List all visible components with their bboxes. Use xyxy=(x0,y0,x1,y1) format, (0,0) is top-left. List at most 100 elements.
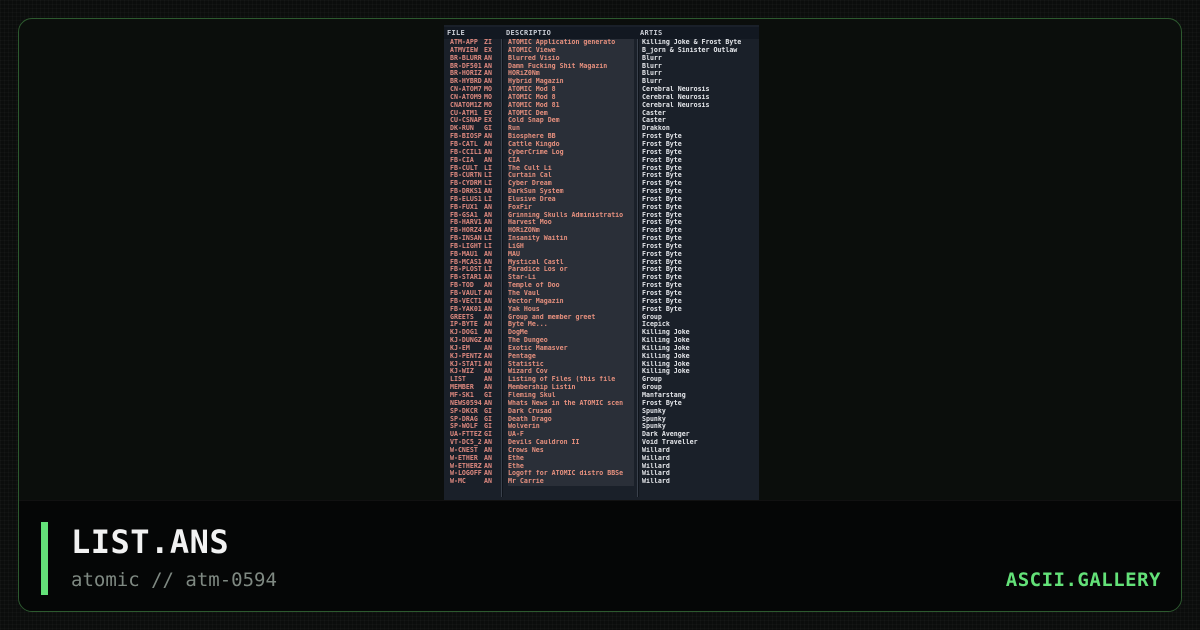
artwork-row: BR-BLURR AN Blurred Visio Blurr xyxy=(444,54,759,63)
file-description: Insanity Waitin xyxy=(508,235,634,243)
file-ext: AN xyxy=(484,344,492,352)
file-description: Yak Hous xyxy=(508,305,634,314)
file-description: The Cult Li xyxy=(508,164,634,173)
artwork-row: KJ-EM AN Exotic Mamasver Killing Joke xyxy=(444,344,759,353)
file-description: HORiZONm xyxy=(508,227,634,236)
file-artist: Willard xyxy=(642,470,670,478)
file-ext: EX xyxy=(484,117,492,125)
file-artist: B_jorn & Sinister Outlaw xyxy=(642,46,738,54)
artwork-row: FB-LIGHT LI LiGH Frost Byte xyxy=(444,242,759,251)
artwork-row: FB-HARV1 AN Harvest Moo Frost Byte xyxy=(444,219,759,228)
file-description: ATOMIC Application generato xyxy=(508,39,634,47)
artwork-row: FB-YAK01 AN Yak Hous Frost Byte xyxy=(444,305,759,314)
artwork-file-list: ATM-APP ZI ATOMIC Application generato Kill… xyxy=(444,39,759,487)
file-artist: Frost Byte xyxy=(642,297,682,305)
file-ext: AN xyxy=(484,462,492,470)
file-description: UA-F xyxy=(508,431,634,440)
file-description: Byte Me... xyxy=(508,321,634,330)
file-ext: AN xyxy=(484,384,492,392)
artwork-row: ATM-APP ZI ATOMIC Application generato Kill… xyxy=(444,39,759,47)
file-description: Mystical Castl xyxy=(508,258,634,267)
artwork-row: FB-VECT1 AN Vector Magazin Frost Byte xyxy=(444,297,759,306)
file-description: Damn Fucking Shit Magazin xyxy=(508,62,634,71)
file-artist: Blurr xyxy=(642,70,662,78)
file-ext: AN xyxy=(484,140,492,148)
file-artist: Willard xyxy=(642,454,670,462)
file-ext: EX xyxy=(484,109,492,117)
artwork-row: FB-HORZ4 AN HORiZONm Frost Byte xyxy=(444,227,759,236)
file-ext: AN xyxy=(484,78,492,86)
file-description: Exotic Mamasver xyxy=(508,344,634,353)
file-artist: Frost Byte xyxy=(642,140,682,148)
file-artist: Spunky xyxy=(642,415,666,423)
file-artist: Willard xyxy=(642,478,670,486)
file-artist: Drakkon xyxy=(642,125,670,133)
file-ext: LI xyxy=(484,242,492,250)
artwork-row: CN-ATOM7 MO ATOMIC Mod 8 Cerebral Neurosis xyxy=(444,86,759,94)
artwork-row: CU-ATM1 EX ATOMIC Dem Caster xyxy=(444,109,759,118)
artwork-row: BR-DF501 AN Damn Fucking Shit Magazin Blurr xyxy=(444,62,759,71)
file-description: ATOMIC Mod 8 xyxy=(508,86,634,94)
artwork-row: KJ-WIZ AN Wizard Cov Killing Joke xyxy=(444,368,759,377)
artwork-row: FB-MCAS1 AN Mystical Castl Frost Byte xyxy=(444,258,759,267)
file-ext: AN xyxy=(484,203,492,211)
artwork-row: KJ-DUNGZ AN The Dungeo Killing Joke xyxy=(444,337,759,345)
file-description: Harvest Moo xyxy=(508,219,634,228)
file-artist: Cerebral Neurosis xyxy=(642,101,710,109)
artwork-row: FB-CULT LI The Cult Li Frost Byte xyxy=(444,164,759,173)
artwork-row: FB-GSA1 AN Grinning Skulls Administratio Fr… xyxy=(444,211,759,220)
artwork-row: BR-HORIZ AN HORiZ0Nm Blurr xyxy=(444,70,759,79)
file-description: Paradice Los or xyxy=(508,266,634,275)
file-ext: AN xyxy=(484,313,492,321)
artwork-row: CU-CSNAP EX Cold Snap Dem Caster xyxy=(444,117,759,126)
artwork-row: FB-TOD AN Temple of Doo Frost Byte xyxy=(444,282,759,290)
artwork-subtitle: atomic // atm-0594 xyxy=(71,569,277,591)
file-artist: Frost Byte xyxy=(642,258,682,266)
file-artist: Frost Byte xyxy=(642,274,682,282)
file-ext: AN xyxy=(484,321,492,329)
accent-bar xyxy=(41,522,48,595)
file-artist: Frost Byte xyxy=(642,188,682,196)
file-ext: AN xyxy=(484,133,492,141)
file-ext: AN xyxy=(484,446,492,454)
file-artist: Blurr xyxy=(642,62,662,70)
gallery-card: FILE DESCRIPTIO ARTIS ATM-APP ZI ATOMIC Ap… xyxy=(18,18,1182,612)
ansi-artwork: FILE DESCRIPTIO ARTIS ATM-APP ZI ATOMIC Ap… xyxy=(444,25,759,501)
artwork-row: CN-ATOM9 MO ATOMIC Mod 8 Cerebral Neurosis xyxy=(444,93,759,102)
artwork-row: FB-VAULT AN The Vaul Frost Byte xyxy=(444,290,759,298)
artwork-row: MF-SK1 GI Fleming Skul Manfarstang xyxy=(444,391,759,400)
file-artist: Frost Byte xyxy=(642,148,682,156)
file-artist: Killing Joke xyxy=(642,368,690,376)
file-ext: AN xyxy=(484,399,492,407)
file-description: FoxFir xyxy=(508,203,634,212)
file-artist: Dark Avenger xyxy=(642,431,690,439)
artwork-row: FB-CATL AN Cattle Kingdo Frost Byte xyxy=(444,140,759,149)
file-description: Curtain Cal xyxy=(508,172,634,181)
site-brand-link[interactable]: ASCII.GALLERY xyxy=(1006,569,1161,591)
file-artist: Frost Byte xyxy=(642,203,682,211)
artwork-row: VT-DC5_2 AN Devils Cauldron II Void Travell… xyxy=(444,439,759,447)
file-description: Cyber Dream xyxy=(508,180,634,189)
file-ext: AN xyxy=(484,290,492,297)
file-artist: Frost Byte xyxy=(642,172,682,180)
file-ext: AN xyxy=(484,227,492,235)
file-artist: Cerebral Neurosis xyxy=(642,86,710,94)
column-header-description: DESCRIPTIO xyxy=(506,29,552,37)
file-artist: Frost Byte xyxy=(642,156,682,164)
file-artist: Group xyxy=(642,376,662,384)
artwork-row: FB-FUX1 AN FoxFir Frost Byte xyxy=(444,203,759,212)
file-description: Death Drago xyxy=(508,415,634,424)
artwork-row: FB-CIA AN CIA Frost Byte xyxy=(444,156,759,165)
artwork-row: NEWS0594 AN Whats News in the ATOMIC scen F… xyxy=(444,399,759,408)
file-artist: Frost Byte xyxy=(642,290,682,297)
file-description: Group and member greet xyxy=(508,313,634,322)
file-ext: AN xyxy=(484,368,492,376)
file-description: Vector Magazin xyxy=(508,297,634,306)
file-ext: AN xyxy=(484,219,492,227)
file-ext: GI xyxy=(484,431,492,439)
file-description: Biosphere BB xyxy=(508,133,634,141)
artwork-row: BR-HYBRD AN Hybrid Magazin Blurr xyxy=(444,78,759,87)
artwork-row: W-CNEST AN Crows Nes Willard xyxy=(444,446,759,455)
file-description: The Vaul xyxy=(508,290,634,298)
artwork-row: W-MC AN Mr Carrie Willard xyxy=(444,478,759,487)
